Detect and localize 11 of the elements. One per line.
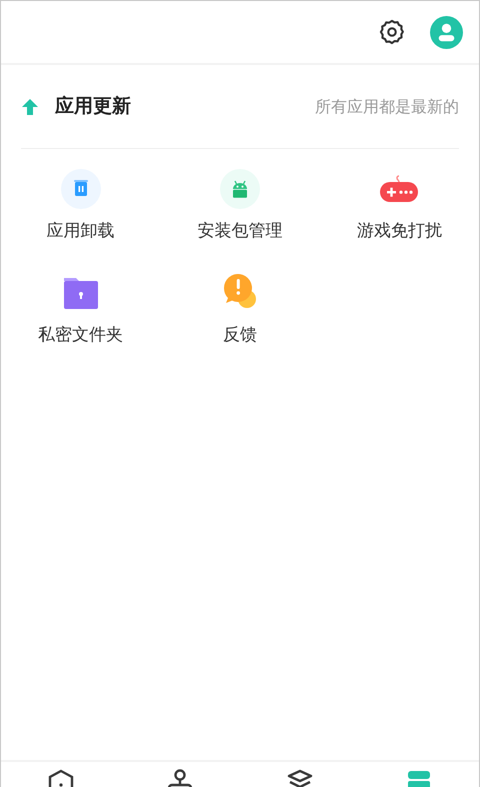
trash-icon — [60, 169, 101, 209]
android-icon — [220, 169, 260, 209]
section-title: 应用更新 — [55, 94, 131, 120]
tool-button[interactable]: 游戏免打扰 — [320, 169, 479, 244]
tool-button[interactable]: 私密文件夹 — [1, 272, 160, 348]
settings-icon[interactable] — [378, 18, 406, 46]
up-arrow-icon — [21, 98, 39, 116]
tool-button[interactable]: 安装包管理 — [160, 169, 320, 244]
tool-button[interactable]: 反馈 — [160, 272, 320, 348]
tool-button[interactable]: 应用卸载 — [1, 169, 160, 244]
status-text: 所有应用都是最新的 — [315, 96, 459, 118]
